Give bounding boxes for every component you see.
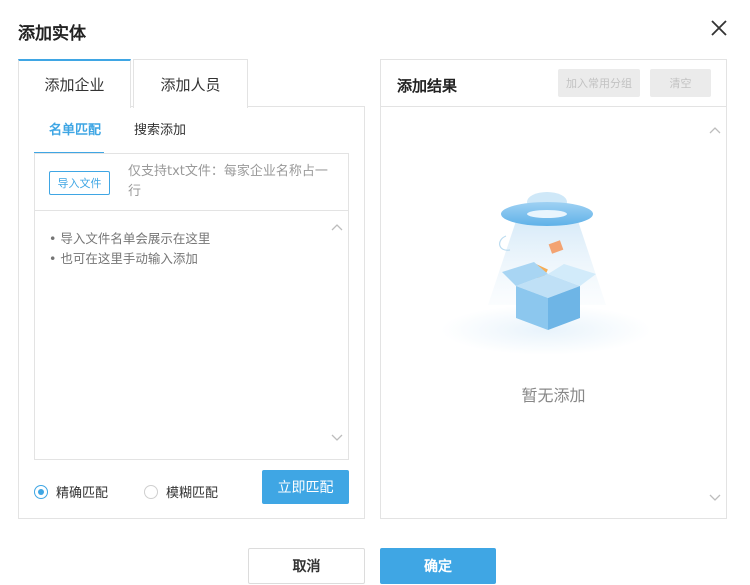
company-panel-body: 名单匹配 搜索添加 导入文件 仅支持txt文件：每家企业名称占一行 精确匹配 模… [18,106,365,519]
cancel-button[interactable]: 取消 [248,548,365,584]
company-list-textarea[interactable] [35,211,348,459]
import-file-button[interactable]: 导入文件 [49,171,110,195]
import-hint: 仅支持txt文件：每家企业名称占一行 [128,164,328,199]
scroll-down-icon[interactable] [708,490,722,504]
result-title: 添加结果 [397,77,458,95]
add-to-group-button[interactable]: 加入常用分组 [558,69,640,97]
subtab-search-add[interactable]: 搜索添加 [134,119,186,138]
radio-fuzzy-match[interactable]: 模糊匹配 [144,482,218,501]
scroll-up-icon[interactable] [330,221,344,235]
result-header: 添加结果 加入常用分组 清空 [381,60,726,107]
confirm-button[interactable]: 确定 [380,548,496,584]
radio-exact-label: 精确匹配 [56,486,109,501]
scroll-up-icon[interactable] [708,124,722,138]
result-panel: 添加结果 加入常用分组 清空 暂无添加 [380,59,727,519]
tab-add-person[interactable]: 添加人员 [133,59,248,108]
subtab-list-match[interactable]: 名单匹配 [49,119,101,138]
list-input-box: 导入文件 仅支持txt文件：每家企业名称占一行 [34,153,349,460]
entity-tabs: 添加企业 添加人员 [18,59,365,108]
import-row: 导入文件 仅支持txt文件：每家企业名称占一行 [35,154,348,211]
empty-result-text: 暂无添加 [521,386,586,405]
dialog-title: 添加实体 [18,24,86,44]
left-panel: 添加企业 添加人员 名单匹配 搜索添加 导入文件 仅支持txt文件：每家企业名称… [18,59,365,519]
radio-checked-icon[interactable] [34,484,48,499]
clear-button[interactable]: 清空 [650,69,711,97]
radio-exact-match[interactable]: 精确匹配 [34,482,108,501]
tab-add-company[interactable]: 添加企业 [18,59,131,108]
scroll-down-icon[interactable] [330,430,344,444]
empty-box-ufo-icon [441,192,651,355]
radio-unchecked-icon[interactable] [144,484,158,499]
match-now-button[interactable]: 立即匹配 [262,470,349,504]
radio-fuzzy-label: 模糊匹配 [166,486,219,501]
close-icon[interactable] [707,16,731,40]
